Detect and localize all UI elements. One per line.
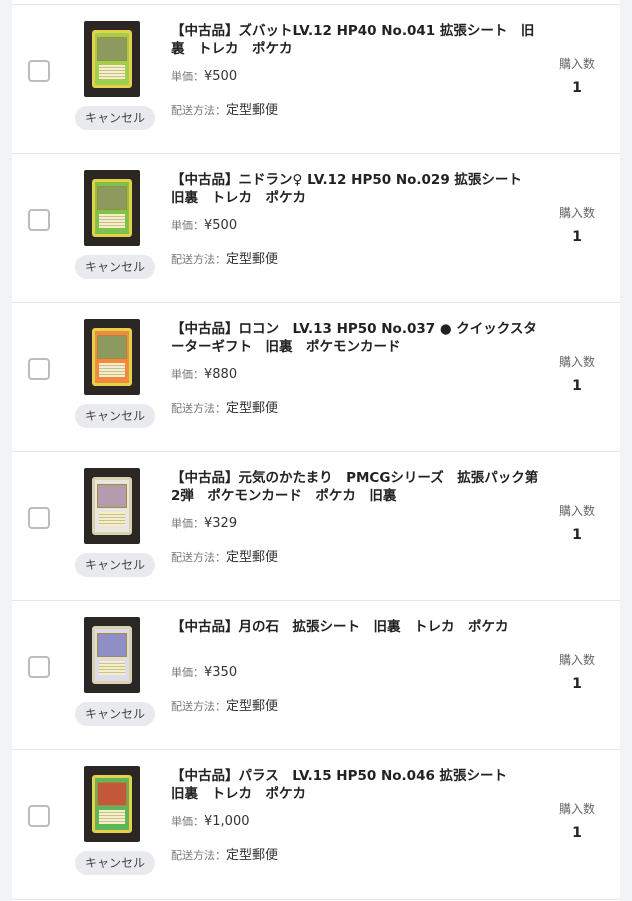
product-thumbnail[interactable] [84,319,140,395]
product-title[interactable]: 【中古品】月の石 拡張シート 旧裏 トレカ ポケカ [171,618,543,636]
item-select-checkbox[interactable] [28,507,50,529]
shipping-method: 配送方法：定型郵便 [171,695,278,714]
product-title[interactable]: 【中古品】ニドラン♀ LV.12 HP50 No.029 拡張シート 旧裏 トレ… [171,171,543,207]
unit-price: 単価：¥1,000 [171,813,250,829]
shipping-value: 定型郵便 [226,103,279,118]
product-thumbnail[interactable] [84,766,140,842]
shipping-label: 配送方法： [171,551,226,564]
quantity-label: 購入数 [558,57,595,71]
shipping-value: 定型郵便 [226,699,279,714]
cart-item-row: キャンセル 【中古品】ズバットLV.12 HP40 No.041 拡張シート 旧… [12,4,620,154]
unit-price: 単価：¥500 [171,68,237,84]
item-select-checkbox[interactable] [28,209,50,231]
card-image [92,775,132,833]
unit-price-label: 単価： [171,368,204,381]
unit-price: 単価：¥329 [171,515,237,531]
card-image [92,30,132,88]
card-image [92,328,132,386]
card-image [92,626,132,684]
unit-price-value: ¥880 [204,367,238,382]
shipping-label: 配送方法： [171,253,226,266]
shipping-method: 配送方法：定型郵便 [171,397,278,416]
shipping-label: 配送方法： [171,402,226,415]
cart-item-row: キャンセル 【中古品】元気のかたまり PMCGシリーズ 拡張パック第2弾 ポケモ… [12,451,620,601]
unit-price-label: 単価： [171,815,204,828]
cart-item-list: キャンセル 【中古品】ズバットLV.12 HP40 No.041 拡張シート 旧… [12,0,620,901]
card-image [92,477,132,535]
quantity-label: 購入数 [558,206,595,220]
shipping-method: 配送方法：定型郵便 [171,99,278,118]
unit-price-value: ¥329 [204,516,238,531]
unit-price-label: 単価： [171,666,204,679]
product-title[interactable]: 【中古品】元気のかたまり PMCGシリーズ 拡張パック第2弾 ポケモンカード ポ… [171,469,543,505]
quantity-value: 1 [572,378,582,394]
item-select-checkbox[interactable] [28,358,50,380]
quantity-label: 購入数 [558,802,595,816]
shipping-value: 定型郵便 [226,252,279,267]
shipping-method: 配送方法：定型郵便 [171,546,278,565]
quantity-label: 購入数 [558,653,595,667]
card-image [92,179,132,237]
shipping-method: 配送方法：定型郵便 [171,248,278,267]
shipping-label: 配送方法： [171,849,226,862]
unit-price-value: ¥350 [204,665,238,680]
unit-price-label: 単価： [171,219,204,232]
cancel-button[interactable]: キャンセル [75,851,155,875]
shipping-label: 配送方法： [171,104,226,117]
product-title[interactable]: 【中古品】ロコン LV.13 HP50 No.037 ● クイックスターターギフ… [171,320,543,356]
unit-price-label: 単価： [171,70,204,83]
shipping-label: 配送方法： [171,700,226,713]
unit-price-value: ¥1,000 [204,814,250,829]
unit-price: 単価：¥500 [171,217,237,233]
cancel-button[interactable]: キャンセル [75,553,155,577]
unit-price: 単価：¥350 [171,664,237,680]
shipping-method: 配送方法：定型郵便 [171,844,278,863]
quantity-value: 1 [572,676,582,692]
product-thumbnail[interactable] [84,21,140,97]
cancel-button[interactable]: キャンセル [75,106,155,130]
cart-item-row: キャンセル 【中古品】月の石 拡張シート 旧裏 トレカ ポケカ 単価：¥350 … [12,600,620,750]
cancel-button[interactable]: キャンセル [75,702,155,726]
product-thumbnail[interactable] [84,468,140,544]
quantity-value: 1 [572,527,582,543]
quantity-label: 購入数 [558,355,595,369]
unit-price: 単価：¥880 [171,366,237,382]
quantity-value: 1 [572,80,582,96]
shipping-value: 定型郵便 [226,550,279,565]
quantity-value: 1 [572,825,582,841]
shipping-value: 定型郵便 [226,401,279,416]
item-select-checkbox[interactable] [28,805,50,827]
unit-price-value: ¥500 [204,69,238,84]
product-thumbnail[interactable] [84,617,140,693]
cart-item-row: キャンセル 【中古品】ロコン LV.13 HP50 No.037 ● クイックス… [12,302,620,452]
cart-item-row: キャンセル 【中古品】ニドラン♀ LV.12 HP50 No.029 拡張シート… [12,153,620,303]
cart-item-row: キャンセル 【中古品】パラス LV.15 HP50 No.046 拡張シート 旧… [12,749,620,900]
unit-price-label: 単価： [171,517,204,530]
shipping-value: 定型郵便 [226,848,279,863]
quantity-label: 購入数 [558,504,595,518]
product-title[interactable]: 【中古品】パラス LV.15 HP50 No.046 拡張シート 旧裏 トレカ … [171,767,543,803]
product-thumbnail[interactable] [84,170,140,246]
quantity-value: 1 [572,229,582,245]
cancel-button[interactable]: キャンセル [75,404,155,428]
item-select-checkbox[interactable] [28,656,50,678]
product-title[interactable]: 【中古品】ズバットLV.12 HP40 No.041 拡張シート 旧裏 トレカ … [171,22,543,58]
item-select-checkbox[interactable] [28,60,50,82]
cancel-button[interactable]: キャンセル [75,255,155,279]
unit-price-value: ¥500 [204,218,238,233]
